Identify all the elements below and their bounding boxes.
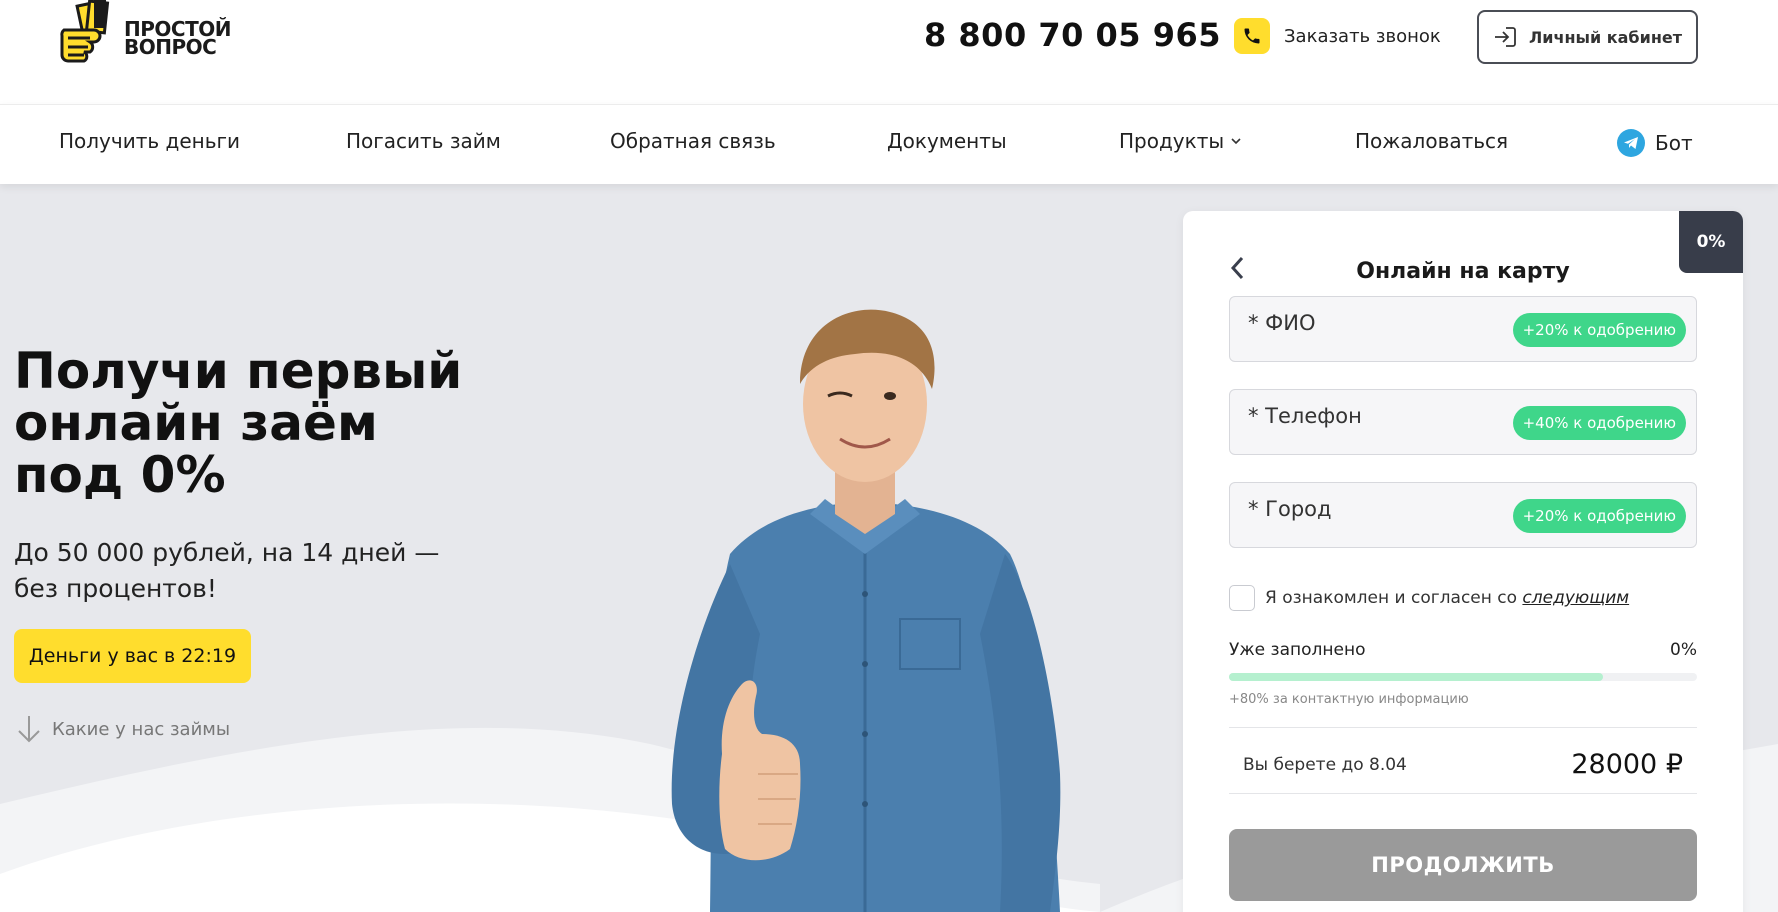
city-field[interactable]: * Город +20% к одобрению [1229, 482, 1697, 548]
hero-subtitle: До 50 000 рублей, на 14 дней — без проце… [14, 538, 440, 603]
nav-documents[interactable]: Документы [887, 129, 1007, 153]
nav-label: Пожаловаться [1355, 129, 1509, 153]
approval-bonus-badge: +20% к одобрению [1512, 313, 1686, 347]
nav-bot[interactable]: Бот [1617, 129, 1693, 157]
nav-label: Документы [887, 129, 1007, 153]
nav-complain[interactable]: Пожаловаться [1355, 129, 1508, 153]
city-label: * Город [1248, 497, 1332, 521]
telegram-icon [1617, 129, 1645, 157]
nav-get-money[interactable]: Получить деньги [59, 129, 240, 153]
phone-number[interactable]: 8 800 70 05 965 [924, 16, 1221, 54]
divider [1229, 727, 1697, 728]
progress-bar [1229, 673, 1697, 681]
our-loans-link[interactable]: Какие у нас займы [16, 714, 230, 744]
nav-label: Получить деньги [59, 129, 241, 153]
agreement-checkbox[interactable] [1229, 585, 1255, 611]
agreement-link[interactable]: следующим [1522, 588, 1629, 608]
agreement-text: Я ознакомлен и согласен со следующим [1265, 588, 1630, 608]
approval-bonus-badge: +40% к одобрению [1512, 406, 1686, 440]
nav-products[interactable]: Продукты [1119, 129, 1242, 153]
loan-application-form: 0% Онлайн на карту * ФИО +20% к одобрени… [1183, 211, 1743, 912]
nav-label: Погасить займ [346, 129, 501, 153]
filled-label: Уже заполнено [1229, 640, 1366, 660]
login-icon [1494, 27, 1516, 47]
phone-field[interactable]: * Телефон +40% к одобрению [1229, 389, 1697, 455]
hero-title: Получи первый онлайн заём под 0% [14, 342, 463, 504]
logo-text: ПРОСТОЙ ВОПРОС [124, 17, 231, 59]
take-until-label: Вы берете до 8.04 [1243, 754, 1407, 775]
progress-bar-fill [1229, 673, 1604, 681]
loan-amount: 28000 ₽ [1571, 749, 1683, 780]
phone-label: * Телефон [1248, 404, 1362, 428]
phone-icon [1234, 18, 1270, 54]
callback-label: Заказать звонок [1284, 25, 1441, 47]
continue-button[interactable]: ПРОДОЛЖИТЬ [1229, 829, 1697, 901]
order-callback-button[interactable]: Заказать звонок [1234, 18, 1441, 54]
full-name-field[interactable]: * ФИО +20% к одобрению [1229, 296, 1697, 362]
chevron-down-icon [1231, 138, 1241, 145]
site-header: ПРОСТОЙ ВОПРОС 8 800 70 05 965 Заказать … [0, 0, 1778, 104]
money-time-button[interactable]: Деньги у вас в 22:19 [14, 629, 251, 683]
approval-bonus-badge: +20% к одобрению [1512, 499, 1686, 533]
main-navigation: Получить деньги Погасить займ Обратная с… [0, 104, 1778, 184]
nav-label: Обратная связь [610, 129, 776, 153]
nav-feedback[interactable]: Обратная связь [610, 129, 776, 153]
agreement-row: Я ознакомлен и согласен со следующим [1229, 585, 1629, 611]
full-name-label: * ФИО [1248, 311, 1316, 335]
progress-note: +80% за контактную информацию [1229, 692, 1469, 707]
filled-value: 0% [1670, 640, 1697, 660]
arrow-down-icon [18, 716, 40, 743]
logo-hand-icon [60, 0, 110, 63]
nav-label: Бот [1655, 131, 1693, 155]
loan-summary: Вы берете до 8.04 28000 ₽ [1243, 749, 1683, 780]
logo[interactable]: ПРОСТОЙ ВОПРОС [58, 0, 231, 64]
nav-repay-loan[interactable]: Погасить займ [346, 129, 501, 153]
smiling-man-thumbs-up-image [671, 309, 1061, 912]
our-loans-label: Какие у нас займы [52, 718, 231, 740]
progress-header: Уже заполнено 0% [1229, 640, 1697, 660]
personal-account-label: Личный кабинет [1528, 27, 1682, 47]
nav-label: Продукты [1119, 129, 1225, 153]
divider [1229, 793, 1697, 794]
form-title: Онлайн на карту [1356, 259, 1570, 284]
personal-account-button[interactable]: Личный кабинет [1477, 10, 1698, 64]
